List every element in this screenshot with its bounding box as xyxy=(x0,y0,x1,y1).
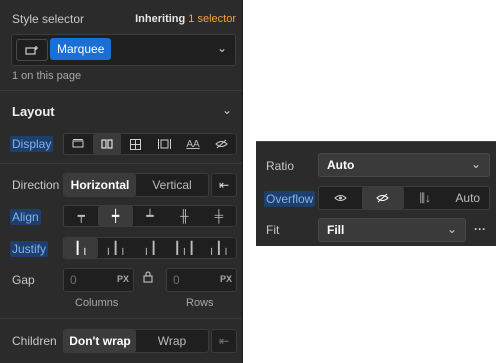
layout-section-title[interactable]: Layout xyxy=(12,104,55,119)
divider xyxy=(0,318,242,319)
display-label[interactable]: Display xyxy=(10,136,54,152)
chevron-down-icon: ⌄ xyxy=(446,222,457,236)
children-dont-wrap-option[interactable]: Don't wrap xyxy=(64,330,136,352)
direction-vertical-option[interactable]: Vertical xyxy=(136,174,208,196)
direction-horizontal-option[interactable]: Horizontal xyxy=(64,174,136,196)
style-selector-title: Style selector xyxy=(12,12,85,26)
justify-segmented: ┃╷ ╷┃╷ ╷┃ ┃╷┃ ╷┃╷ xyxy=(63,237,237,259)
fit-select[interactable]: Fill ⌄ xyxy=(318,218,466,242)
justify-start-icon[interactable]: ┃╷ xyxy=(64,238,99,258)
chevron-down-icon[interactable]: ⌄ xyxy=(217,41,227,55)
overflow-label[interactable]: Overflow xyxy=(264,191,316,207)
reverse-arrows-icon: ⇤ xyxy=(218,178,230,192)
on-page-count: 1 on this page xyxy=(12,70,82,82)
gap-columns-unit[interactable]: PX xyxy=(117,274,129,284)
gap-columns-value: 0 xyxy=(70,273,77,287)
display-inline-option[interactable]: AA xyxy=(179,134,208,154)
size-panel: Ratio Auto ⌄ Overflow ⫼↓ Auto Fit Fill ⌄… xyxy=(256,141,496,246)
justify-label[interactable]: Justify xyxy=(10,241,49,257)
align-label[interactable]: Align xyxy=(10,209,41,225)
selector-chip[interactable]: Marquee xyxy=(50,38,112,60)
lock-icon[interactable] xyxy=(143,271,153,286)
collapse-chevron-icon[interactable]: ⌄ xyxy=(222,103,232,117)
gap-columns-input[interactable]: 0 PX xyxy=(63,268,134,292)
display-block-option[interactable] xyxy=(64,134,93,154)
align-center-icon[interactable]: ┿ xyxy=(98,206,133,226)
divider xyxy=(0,163,242,164)
chevron-down-icon: ⌄ xyxy=(470,157,481,171)
display-segmented: AA xyxy=(63,133,237,155)
gap-label: Gap xyxy=(12,273,35,287)
rows-caption: Rows xyxy=(186,297,214,309)
reverse-wrap-button[interactable]: ⇤ xyxy=(211,329,237,353)
children-segmented: Don't wrap Wrap xyxy=(63,329,209,353)
overflow-scroll-icon[interactable]: ⫼↓ xyxy=(404,187,447,209)
fit-value: Fill xyxy=(327,223,345,237)
divider xyxy=(0,90,242,91)
selector-type-icon[interactable] xyxy=(16,39,48,61)
align-start-icon[interactable]: ┯ xyxy=(64,206,98,226)
direction-segmented: Horizontal Vertical xyxy=(63,173,209,197)
inheriting-count-link[interactable]: 1 selector xyxy=(188,13,236,25)
justify-center-icon[interactable]: ╷┃╷ xyxy=(98,238,132,258)
display-inline-block-option[interactable] xyxy=(150,134,179,154)
ratio-select[interactable]: Auto ⌄ xyxy=(318,153,490,177)
display-none-icon[interactable] xyxy=(207,134,236,154)
reverse-direction-button[interactable]: ⇤ xyxy=(211,173,237,197)
display-grid-option[interactable] xyxy=(121,134,150,154)
columns-caption: Columns xyxy=(75,297,119,309)
reverse-arrows-icon: ⇤ xyxy=(218,334,230,348)
selector-field[interactable]: Marquee ⌄ xyxy=(11,34,236,66)
overflow-visible-icon[interactable] xyxy=(319,187,362,209)
align-end-icon[interactable]: ┷ xyxy=(133,206,167,226)
overflow-hidden-icon[interactable] xyxy=(361,187,404,209)
align-segmented: ┯ ┿ ┷ ╫ ╪ xyxy=(63,205,237,227)
justify-around-icon[interactable]: ╷┃╷ xyxy=(202,238,236,258)
ratio-value: Auto xyxy=(327,158,355,172)
gap-rows-value: 0 xyxy=(173,273,180,287)
direction-label: Direction xyxy=(12,178,60,192)
ratio-label: Ratio xyxy=(266,159,295,173)
display-flex-option[interactable] xyxy=(92,134,122,154)
inheriting-text: Inheriting 1 selector xyxy=(135,13,236,25)
align-stretch-icon[interactable]: ╫ xyxy=(167,206,201,226)
overflow-segmented: ⫼↓ Auto xyxy=(318,186,490,210)
fit-label: Fit xyxy=(266,223,280,237)
justify-between-icon[interactable]: ┃╷┃ xyxy=(167,238,201,258)
justify-end-icon[interactable]: ╷┃ xyxy=(133,238,167,258)
gap-rows-unit[interactable]: PX xyxy=(220,274,232,284)
inheriting-prefix: Inheriting xyxy=(135,13,186,25)
children-label: Children xyxy=(12,334,57,348)
gap-rows-input[interactable]: 0 PX xyxy=(166,268,237,292)
align-baseline-icon[interactable]: ╪ xyxy=(202,206,236,226)
overflow-auto-option[interactable]: Auto xyxy=(447,187,490,209)
style-panel: Style selector Inheriting 1 selector Mar… xyxy=(0,0,243,363)
more-options-icon[interactable]: ··· xyxy=(474,222,486,236)
children-wrap-option[interactable]: Wrap xyxy=(136,330,208,352)
